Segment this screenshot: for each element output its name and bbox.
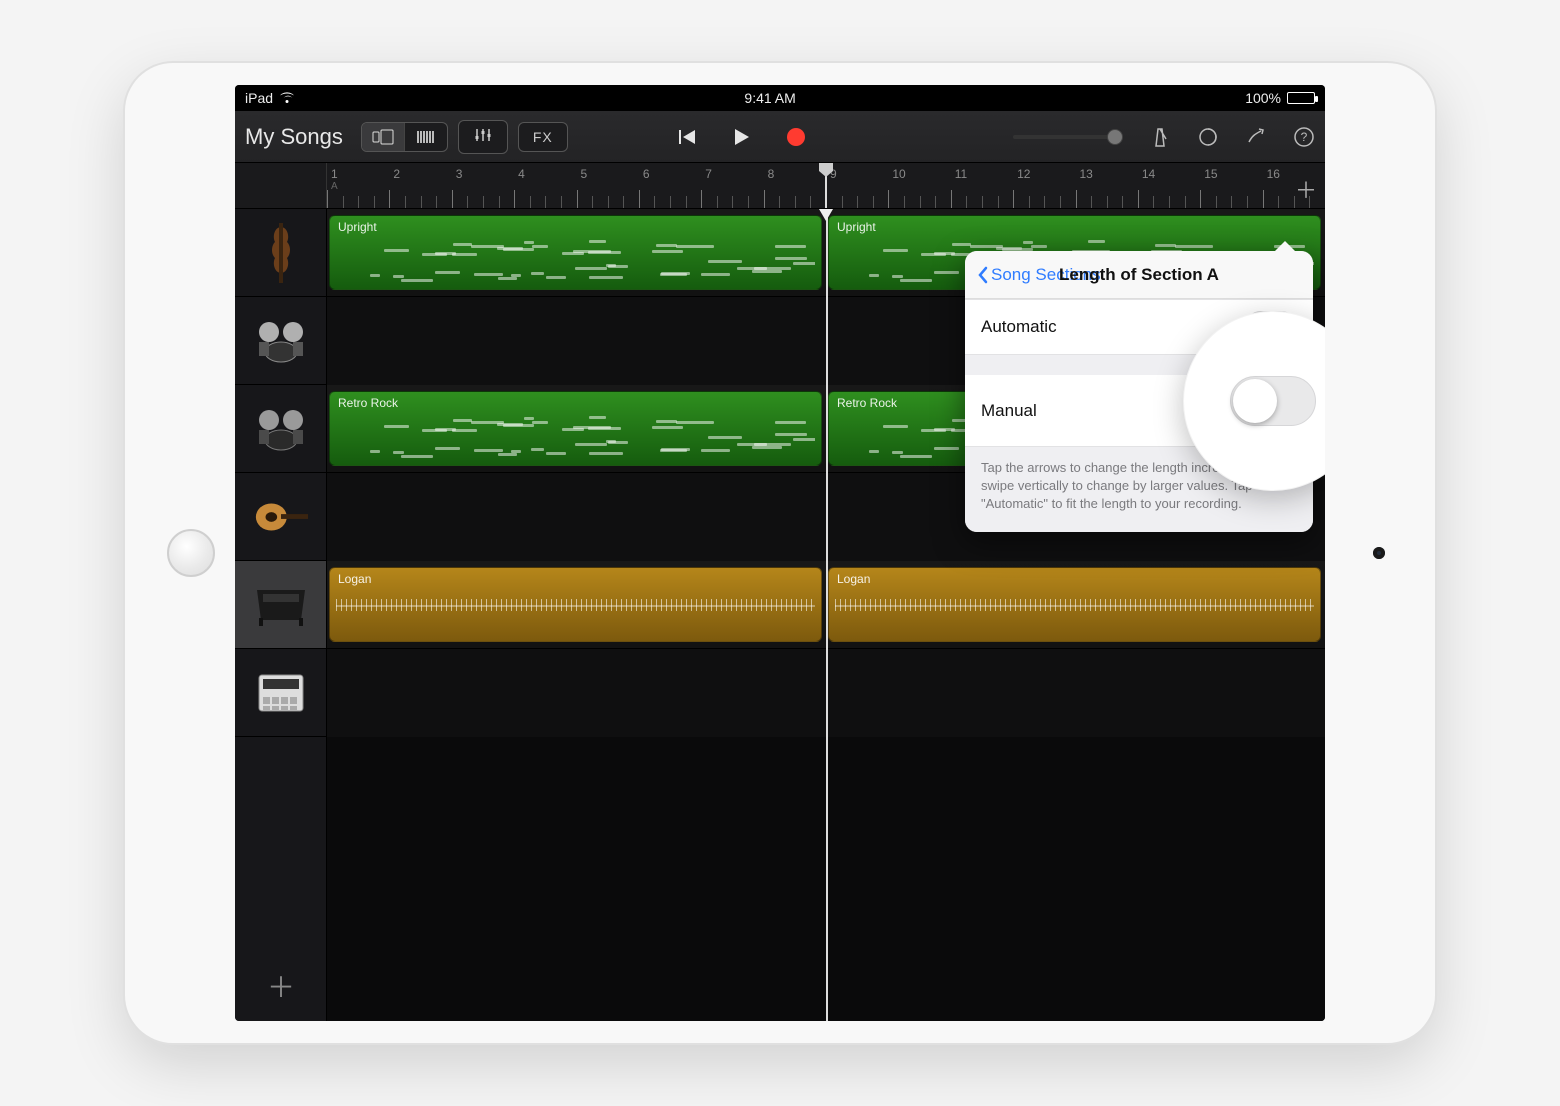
- clock: 9:41 AM: [744, 90, 795, 106]
- automatic-label: Automatic: [981, 317, 1057, 337]
- bar-label: 11: [955, 167, 967, 181]
- track-header[interactable]: [235, 473, 326, 561]
- playhead-handle-icon: [819, 209, 833, 221]
- my-songs-button[interactable]: My Songs: [245, 124, 343, 150]
- bar-label: 14: [1142, 167, 1155, 181]
- cello-icon: [252, 224, 310, 282]
- ruler-track[interactable]: ＋ 1A2345678910111213141516: [327, 163, 1325, 208]
- ipad-frame: iPad 9:41 AM 100% My Songs: [125, 63, 1435, 1043]
- bar-label: 3: [456, 167, 463, 181]
- popover-title: Length of Section A: [1059, 265, 1219, 285]
- fx-button[interactable]: FX: [518, 122, 568, 152]
- add-track-button[interactable]: ＋: [235, 951, 327, 1021]
- region[interactable]: Upright: [329, 215, 822, 290]
- region-label: Retro Rock: [338, 396, 398, 410]
- status-bar: iPad 9:41 AM 100%: [235, 85, 1325, 111]
- bar-label: 4: [518, 167, 525, 181]
- home-button[interactable]: [167, 529, 215, 577]
- region-label: Logan: [338, 572, 371, 586]
- region-label: Upright: [837, 220, 876, 234]
- region-label: Upright: [338, 220, 377, 234]
- metronome-icon[interactable]: [1149, 126, 1171, 148]
- track-controls-button[interactable]: [458, 120, 508, 154]
- loop-browser-icon[interactable]: [1197, 126, 1219, 148]
- settings-icon[interactable]: [1245, 126, 1267, 148]
- bar-label: 15: [1204, 167, 1217, 181]
- section-letter: A: [331, 181, 338, 192]
- piano-icon: [252, 576, 310, 634]
- battery-icon: [1287, 92, 1315, 104]
- bar-label: 16: [1267, 167, 1280, 181]
- screen: iPad 9:41 AM 100% My Songs: [235, 85, 1325, 1021]
- drums-icon: [252, 312, 310, 370]
- bar-label: 5: [581, 167, 588, 181]
- track-header[interactable]: [235, 385, 326, 473]
- bar-label: 10: [892, 167, 905, 181]
- play-button[interactable]: [733, 127, 751, 147]
- battery-label: 100%: [1245, 90, 1281, 106]
- region[interactable]: Logan: [329, 567, 822, 642]
- tracks-view-button[interactable]: [362, 123, 405, 151]
- track-headers: ＋: [235, 209, 327, 1021]
- drums2-icon: [252, 400, 310, 458]
- record-icon: [787, 128, 805, 146]
- add-section-button[interactable]: ＋: [1295, 173, 1317, 205]
- playhead[interactable]: [826, 209, 828, 1021]
- bar-label: 2: [393, 167, 400, 181]
- section-length-popover: Song Sections Length of Section A Automa…: [965, 251, 1313, 532]
- record-button[interactable]: [787, 128, 805, 146]
- wifi-icon: [279, 92, 295, 104]
- track-header[interactable]: [235, 649, 326, 737]
- region[interactable]: Logan: [828, 567, 1321, 642]
- popover-header: Song Sections Length of Section A: [965, 251, 1313, 299]
- svg-text:?: ?: [1301, 130, 1308, 144]
- magnified-automatic-toggle: [1230, 376, 1316, 426]
- bar-label: 1: [331, 167, 338, 181]
- right-toolbar: ?: [1013, 126, 1315, 148]
- go-to-start-button[interactable]: [677, 128, 697, 146]
- region-label: Retro Rock: [837, 396, 897, 410]
- track-header[interactable]: [235, 209, 326, 297]
- bar-label: 12: [1017, 167, 1030, 181]
- help-icon[interactable]: ?: [1293, 126, 1315, 148]
- drummachine-icon: [252, 664, 310, 722]
- track-lanes[interactable]: Song Sections Length of Section A Automa…: [327, 209, 1325, 1021]
- track-header[interactable]: [235, 561, 326, 649]
- timeline-ruler[interactable]: ＋ 1A2345678910111213141516: [235, 163, 1325, 209]
- app-toolbar: My Songs FX: [235, 111, 1325, 163]
- master-volume-slider[interactable]: [1013, 135, 1123, 139]
- device-label: iPad: [245, 90, 273, 106]
- front-camera: [1373, 547, 1385, 559]
- transport-controls: [677, 127, 805, 147]
- track-header[interactable]: [235, 297, 326, 385]
- bar-label: 6: [643, 167, 650, 181]
- bar-label: 13: [1080, 167, 1093, 181]
- playhead-marker[interactable]: [826, 163, 842, 208]
- ruler-gutter: [235, 163, 327, 208]
- bar-label: 7: [705, 167, 712, 181]
- manual-label: Manual: [981, 401, 1037, 421]
- tracks-area: ＋ Song Sections Length of Section A: [235, 209, 1325, 1021]
- region-label: Logan: [837, 572, 870, 586]
- bar-label: 8: [768, 167, 775, 181]
- chevron-left-icon: [977, 266, 989, 284]
- view-segmented-control[interactable]: [361, 122, 448, 152]
- guitar-icon: [252, 488, 310, 546]
- instrument-view-button[interactable]: [405, 123, 447, 151]
- region[interactable]: Retro Rock: [329, 391, 822, 466]
